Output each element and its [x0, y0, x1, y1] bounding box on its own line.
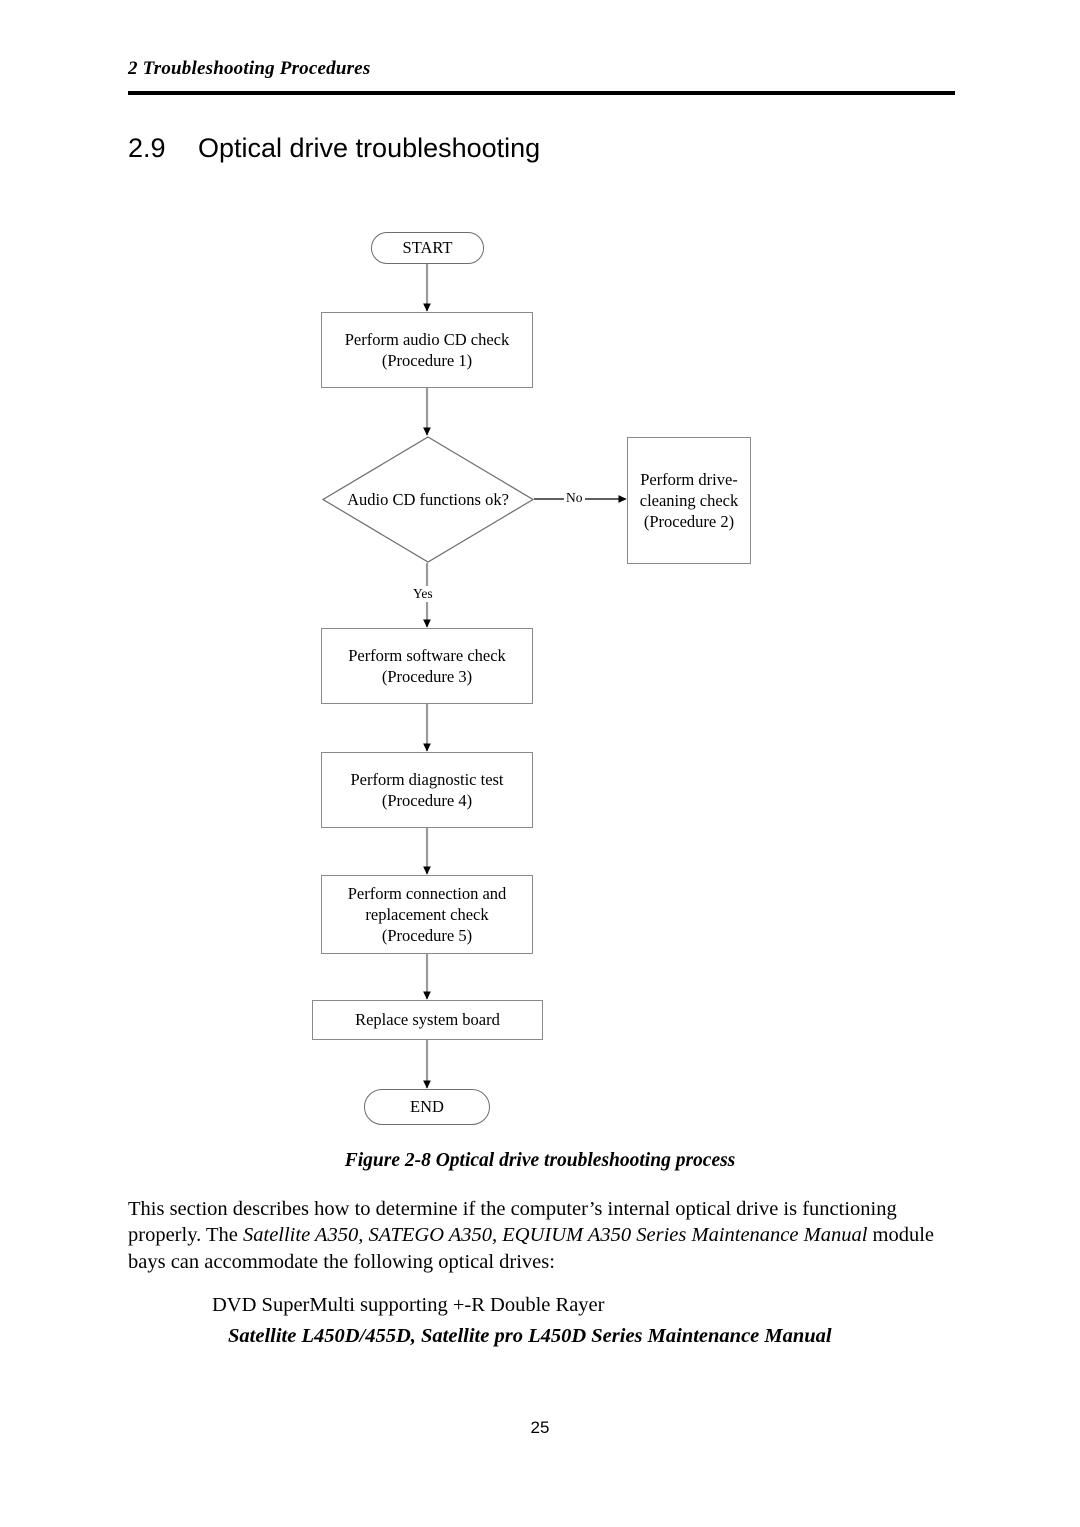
text-line: Perform drive-	[640, 469, 738, 489]
flowchart-node-diagnostic-test-text: Perform diagnostic test (Procedure 4)	[344, 769, 509, 811]
flowchart-node-software-check: Perform software check (Procedure 3)	[321, 628, 533, 704]
section-number: 2.9	[128, 133, 166, 163]
flowchart-node-connection-replacement-check-text: Perform connection and replacement check…	[342, 883, 513, 946]
flowchart-node-drive-cleaning-check: Perform drive- cleaning check (Procedure…	[627, 437, 751, 564]
text-line: (Procedure 3)	[381, 667, 473, 686]
diamond-shape	[322, 436, 534, 563]
flowchart-decision-audio-cd-functions-ok: Audio CD functions ok?	[322, 436, 534, 563]
flowchart-node-audio-cd-check: Perform audio CD check (Procedure 1)	[321, 312, 533, 388]
flowchart-node-end: END	[364, 1089, 490, 1125]
text-line: cleaning check	[639, 490, 739, 510]
text-line: Perform diagnostic test	[350, 769, 504, 789]
text-line: Perform connection and	[347, 883, 507, 903]
text-line: (Procedure 4)	[381, 791, 473, 810]
manual-reference-line: Satellite L450D/455D, Satellite pro L450…	[228, 1325, 832, 1347]
text-line: Perform software check	[348, 645, 506, 665]
flowchart-decision-label: Audio CD functions ok?	[347, 489, 509, 509]
flowchart-node-start-label: START	[402, 238, 453, 258]
page-title: 2.9 Optical drive troubleshooting	[128, 133, 540, 164]
flowchart-node-start: START	[371, 232, 484, 264]
text-line: (Procedure 2)	[643, 512, 735, 532]
body-paragraph: This section describes how to determine …	[128, 1196, 958, 1275]
text-line: (Procedure 1)	[381, 351, 473, 370]
figure-caption: Figure 2-8 Optical drive troubleshooting…	[344, 1150, 736, 1171]
flowchart-node-drive-cleaning-check-text: Perform drive- cleaning check (Procedure…	[634, 469, 744, 532]
paragraph-manual-title: Satellite A350, SATEGO A350, EQUIUM A350…	[243, 1224, 868, 1247]
header-rule	[128, 91, 955, 95]
flowchart-node-replace-system-board: Replace system board	[312, 1000, 543, 1040]
section-title: Optical drive troubleshooting	[198, 133, 541, 163]
optical-drive-list-item: DVD SuperMulti supporting +-R Double Ray…	[212, 1294, 605, 1316]
running-header: 2 Troubleshooting Procedures	[128, 58, 371, 79]
flowchart-edge-label-yes: Yes	[411, 586, 435, 602]
text-line: Perform audio CD check	[344, 329, 510, 349]
text-line: replacement check	[365, 904, 489, 924]
flowchart-node-diagnostic-test: Perform diagnostic test (Procedure 4)	[321, 752, 533, 828]
flowchart-node-connection-replacement-check: Perform connection and replacement check…	[321, 875, 533, 954]
flowchart-node-software-check-text: Perform software check (Procedure 3)	[342, 645, 512, 687]
page-number: 25	[530, 1418, 550, 1437]
flowchart-edge-label-no: No	[564, 490, 585, 506]
flowchart-node-audio-cd-check-text: Perform audio CD check (Procedure 1)	[339, 329, 516, 371]
flowchart-node-end-label: END	[410, 1097, 444, 1117]
text-line: (Procedure 5)	[381, 926, 473, 946]
flowchart-node-replace-system-board-text: Replace system board	[355, 1010, 500, 1030]
